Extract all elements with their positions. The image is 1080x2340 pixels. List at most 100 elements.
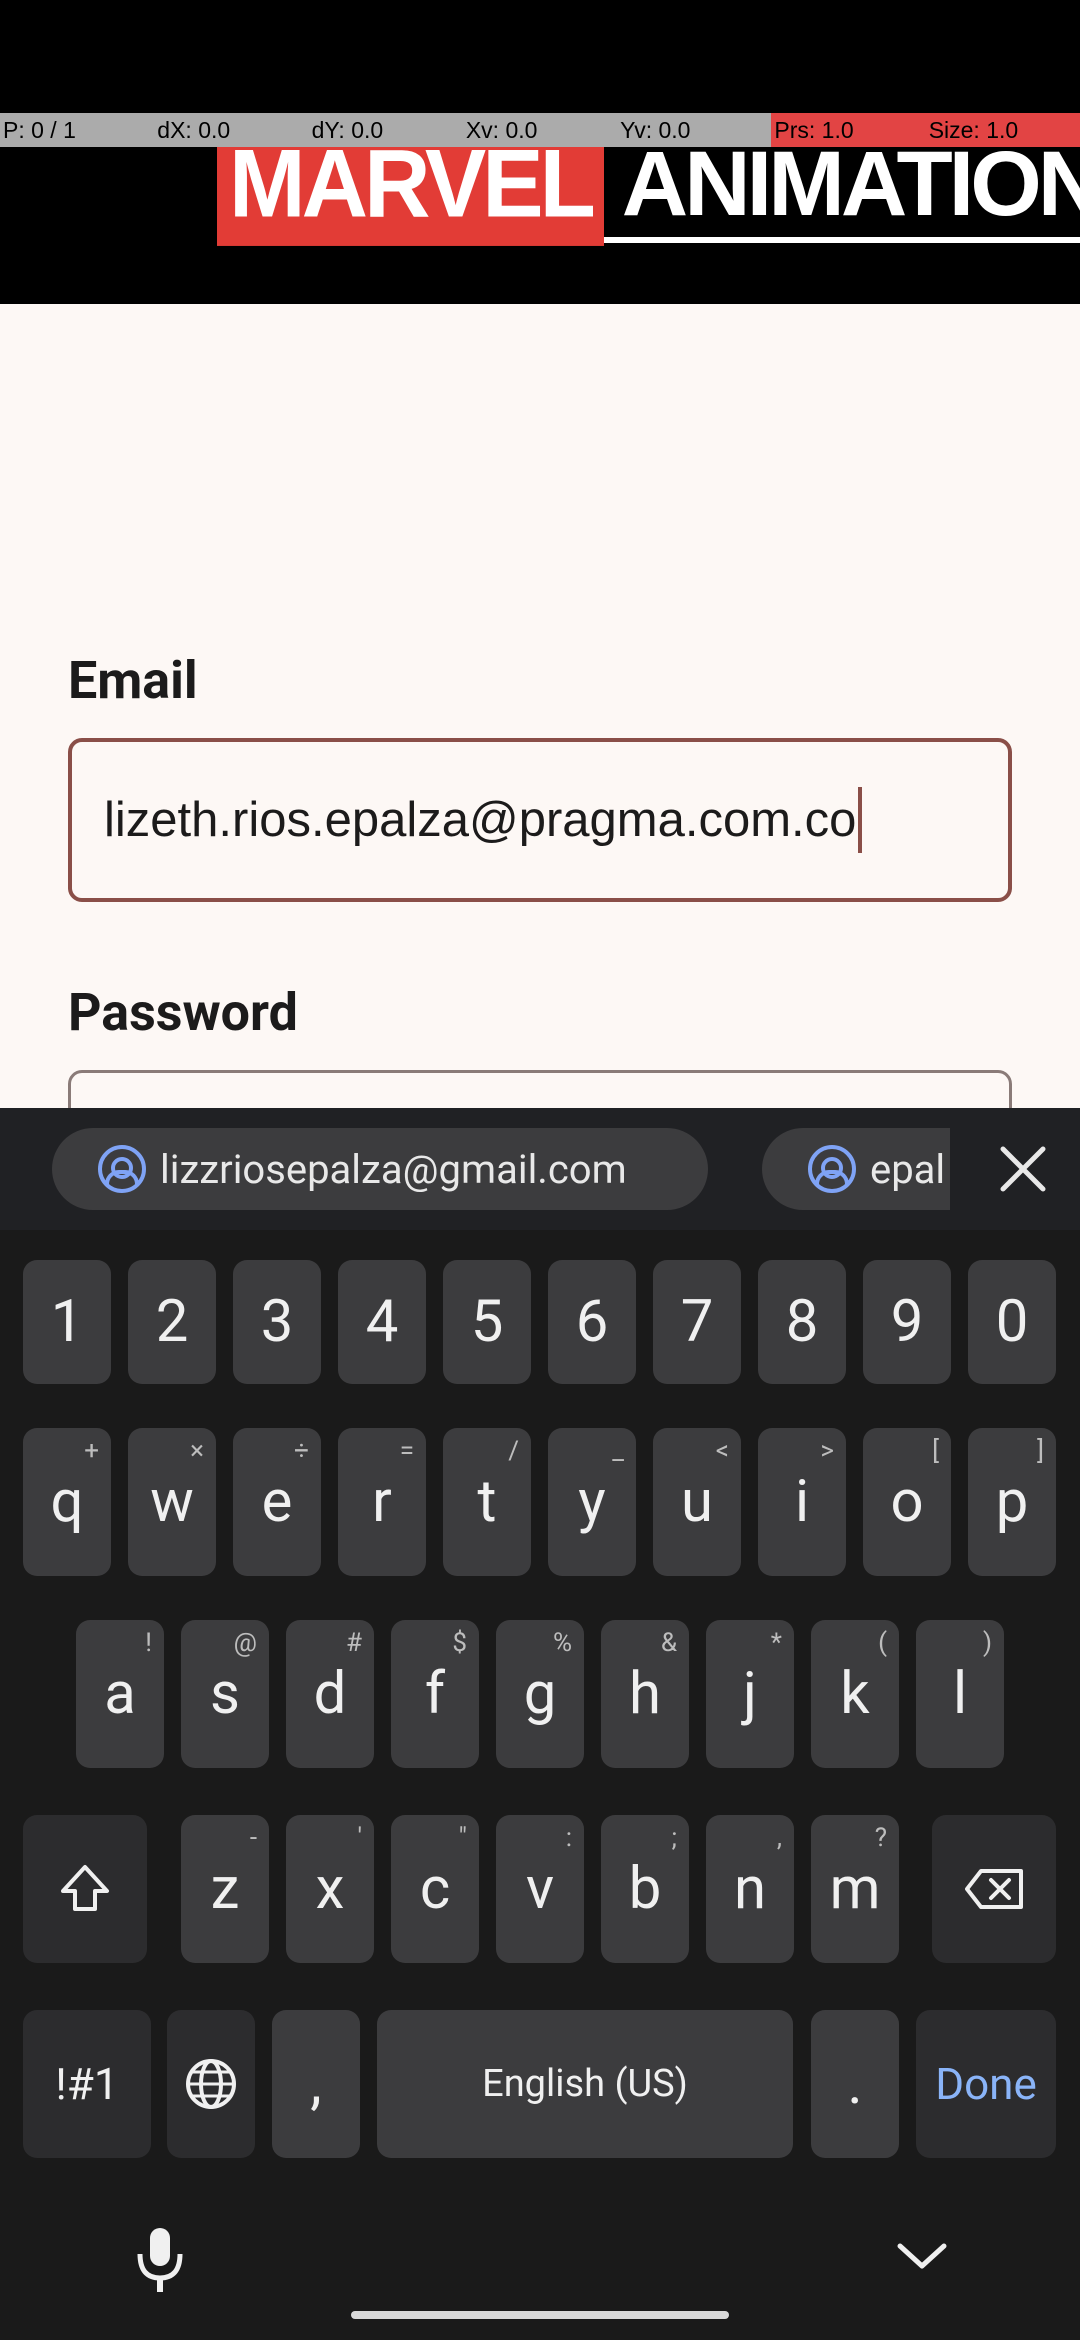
key-2[interactable]: 2 xyxy=(128,1260,216,1384)
done-key[interactable]: Done xyxy=(916,2010,1056,2158)
key-o[interactable]: o[ xyxy=(863,1428,951,1576)
account-icon xyxy=(98,1145,146,1193)
key-8-label: 8 xyxy=(785,1288,819,1356)
key-t-label: t xyxy=(477,1468,497,1536)
microphone-icon[interactable] xyxy=(130,2224,190,2296)
key-q[interactable]: q + xyxy=(23,1428,111,1576)
key-w-label: w xyxy=(150,1468,194,1536)
key-1-label: 1 xyxy=(50,1288,84,1356)
key-p[interactable]: p] xyxy=(968,1428,1056,1576)
key-f[interactable]: f $ xyxy=(391,1620,479,1768)
key-v-label: v xyxy=(525,1855,555,1923)
key-3-label: 3 xyxy=(260,1288,294,1356)
period-key[interactable]: . xyxy=(811,2010,899,2158)
autofill-suggestion-1[interactable]: lizzriosepalza@gmail.com xyxy=(52,1128,708,1210)
key-h[interactable]: h & xyxy=(601,1620,689,1768)
key-b[interactable]: b; xyxy=(601,1815,689,1963)
key-d[interactable]: d # xyxy=(286,1620,374,1768)
key-y-label: y xyxy=(578,1468,606,1536)
autofill-suggestion-strip: lizzriosepalza@gmail.com epal xyxy=(0,1108,1080,1230)
key-v-alt-symbol: : xyxy=(565,1823,572,1853)
key-l[interactable]: l) xyxy=(916,1620,1004,1768)
debug-pressure: Prs: 1.0 xyxy=(771,113,926,147)
key-d-label: d xyxy=(313,1660,347,1728)
key-g[interactable]: g% xyxy=(496,1620,584,1768)
key-8[interactable]: 8 xyxy=(758,1260,846,1384)
key-4-label: 4 xyxy=(365,1288,399,1356)
key-u[interactable]: u < xyxy=(653,1428,741,1576)
key-r[interactable]: r = xyxy=(338,1428,426,1576)
space-key-label: English (US) xyxy=(482,2062,688,2106)
hide-keyboard-chevron-icon[interactable] xyxy=(896,2238,948,2274)
symbols-key[interactable]: !#1 xyxy=(23,2010,151,2158)
symbols-key-label: !#1 xyxy=(55,2058,119,2110)
email-input-text[interactable]: lizeth.rios.epalza@pragma.com.co xyxy=(104,787,863,853)
key-l-alt-symbol: ) xyxy=(982,1628,992,1658)
shift-key[interactable] xyxy=(23,1815,147,1963)
key-4[interactable]: 4 xyxy=(338,1260,426,1384)
key-1[interactable]: 1 xyxy=(23,1260,111,1384)
key-r-alt-symbol: = xyxy=(399,1436,414,1466)
key-6[interactable]: 6 xyxy=(548,1260,636,1384)
key-x[interactable]: x ' xyxy=(286,1815,374,1963)
key-k[interactable]: k( xyxy=(811,1620,899,1768)
backspace-icon xyxy=(965,1869,1023,1909)
close-suggestions-icon[interactable] xyxy=(988,1134,1058,1204)
backspace-key[interactable] xyxy=(932,1815,1056,1963)
key-u-alt-symbol: < xyxy=(715,1436,729,1466)
language-key[interactable] xyxy=(167,2010,255,2158)
key-c-alt-symbol: " xyxy=(458,1823,467,1853)
key-t-alt-symbol: / xyxy=(508,1436,519,1466)
key-s[interactable]: s @ xyxy=(181,1620,269,1768)
key-a[interactable]: a! xyxy=(76,1620,164,1768)
suggestion-2-text: epal xyxy=(870,1145,946,1193)
key-n[interactable]: n, xyxy=(706,1815,794,1963)
key-k-label: k xyxy=(840,1660,870,1728)
password-label: Password xyxy=(68,982,298,1043)
key-9[interactable]: 9 xyxy=(863,1260,951,1384)
key-b-alt-symbol: ; xyxy=(671,1823,678,1853)
key-6-label: 6 xyxy=(575,1288,609,1356)
key-k-alt-symbol: ( xyxy=(878,1628,887,1658)
key-m-label: m xyxy=(829,1855,881,1923)
gesture-navigation-handle[interactable] xyxy=(351,2311,729,2319)
key-m[interactable]: m? xyxy=(811,1815,899,1963)
autofill-suggestion-2[interactable]: epal xyxy=(762,1128,950,1210)
space-key[interactable]: English (US) xyxy=(377,2010,793,2158)
key-j-alt-symbol: * xyxy=(770,1628,782,1658)
key-e-alt-symbol: ÷ xyxy=(294,1436,309,1466)
key-c[interactable]: c " xyxy=(391,1815,479,1963)
key-j[interactable]: j * xyxy=(706,1620,794,1768)
debug-dx: dX: 0.0 xyxy=(154,113,309,147)
key-l-label: l xyxy=(952,1660,968,1728)
key-a-alt-symbol: ! xyxy=(145,1628,152,1658)
key-5[interactable]: 5 xyxy=(443,1260,531,1384)
key-7[interactable]: 7 xyxy=(653,1260,741,1384)
key-e[interactable]: e ÷ xyxy=(233,1428,321,1576)
key-y[interactable]: y _ xyxy=(548,1428,636,1576)
text-cursor xyxy=(858,787,863,853)
key-m-alt-symbol: ? xyxy=(874,1823,887,1853)
key-d-alt-symbol: # xyxy=(345,1628,362,1658)
debug-xv: Xv: 0.0 xyxy=(462,113,618,147)
key-n-label: n xyxy=(733,1855,767,1923)
key-z[interactable]: z- xyxy=(181,1815,269,1963)
key-v[interactable]: v: xyxy=(496,1815,584,1963)
key-7-label: 7 xyxy=(680,1288,714,1356)
comma-key-label: , xyxy=(310,2050,322,2118)
key-3[interactable]: 3 xyxy=(233,1260,321,1384)
comma-key[interactable]: , xyxy=(272,2010,360,2158)
email-field[interactable]: lizeth.rios.epalza@pragma.com.co xyxy=(68,738,1012,902)
key-o-alt-symbol: [ xyxy=(932,1436,939,1466)
app-header: MARVEL ANIMATION xyxy=(0,0,1080,304)
email-value: lizeth.rios.epalza@pragma.com.co xyxy=(104,793,857,847)
key-t[interactable]: t / xyxy=(443,1428,531,1576)
debug-size: Size: 1.0 xyxy=(925,113,1080,147)
key-0[interactable]: 0 xyxy=(968,1260,1056,1384)
debug-pointer: P: 0 / 1 xyxy=(0,113,155,147)
password-field[interactable] xyxy=(68,1070,1012,1108)
key-5-label: 5 xyxy=(470,1288,504,1356)
key-i[interactable]: i > xyxy=(758,1428,846,1576)
key-w[interactable]: w × xyxy=(128,1428,216,1576)
key-g-label: g xyxy=(523,1660,557,1728)
